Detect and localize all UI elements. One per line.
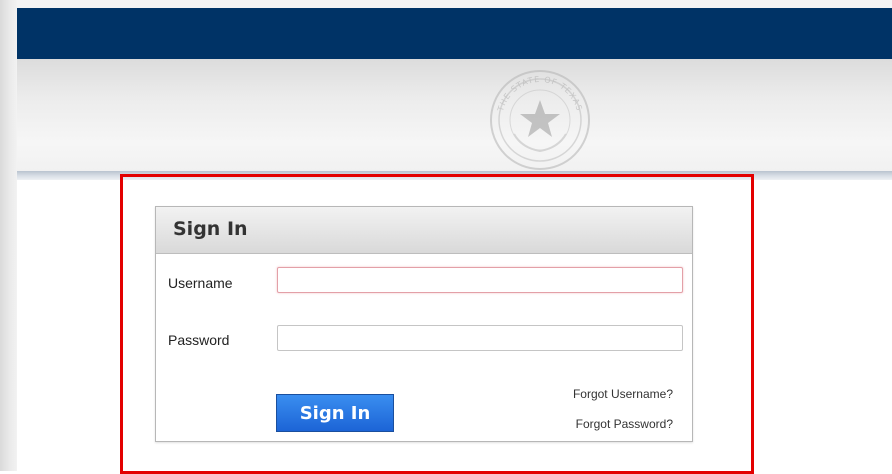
banner-divider: [17, 171, 892, 180]
banner: [17, 59, 892, 171]
window-left-edge: [0, 0, 17, 471]
signin-button[interactable]: Sign In: [276, 394, 394, 432]
signin-panel: Sign In Username Password Sign In Forgot…: [155, 206, 693, 442]
username-input[interactable]: [277, 267, 683, 293]
username-label: Username: [168, 275, 233, 291]
top-strip: [17, 0, 892, 8]
password-label: Password: [168, 332, 230, 348]
page: THE STATE OF TEXAS Sign In Username Pass…: [0, 0, 892, 474]
header-bar: [17, 8, 892, 59]
forgot-username-link[interactable]: Forgot Username?: [573, 387, 673, 401]
password-input[interactable]: [277, 325, 683, 351]
signin-title: Sign In: [173, 218, 248, 240]
state-seal-icon: THE STATE OF TEXAS: [490, 70, 590, 170]
forgot-password-link[interactable]: Forgot Password?: [576, 417, 673, 431]
signin-panel-header: Sign In: [156, 207, 692, 254]
